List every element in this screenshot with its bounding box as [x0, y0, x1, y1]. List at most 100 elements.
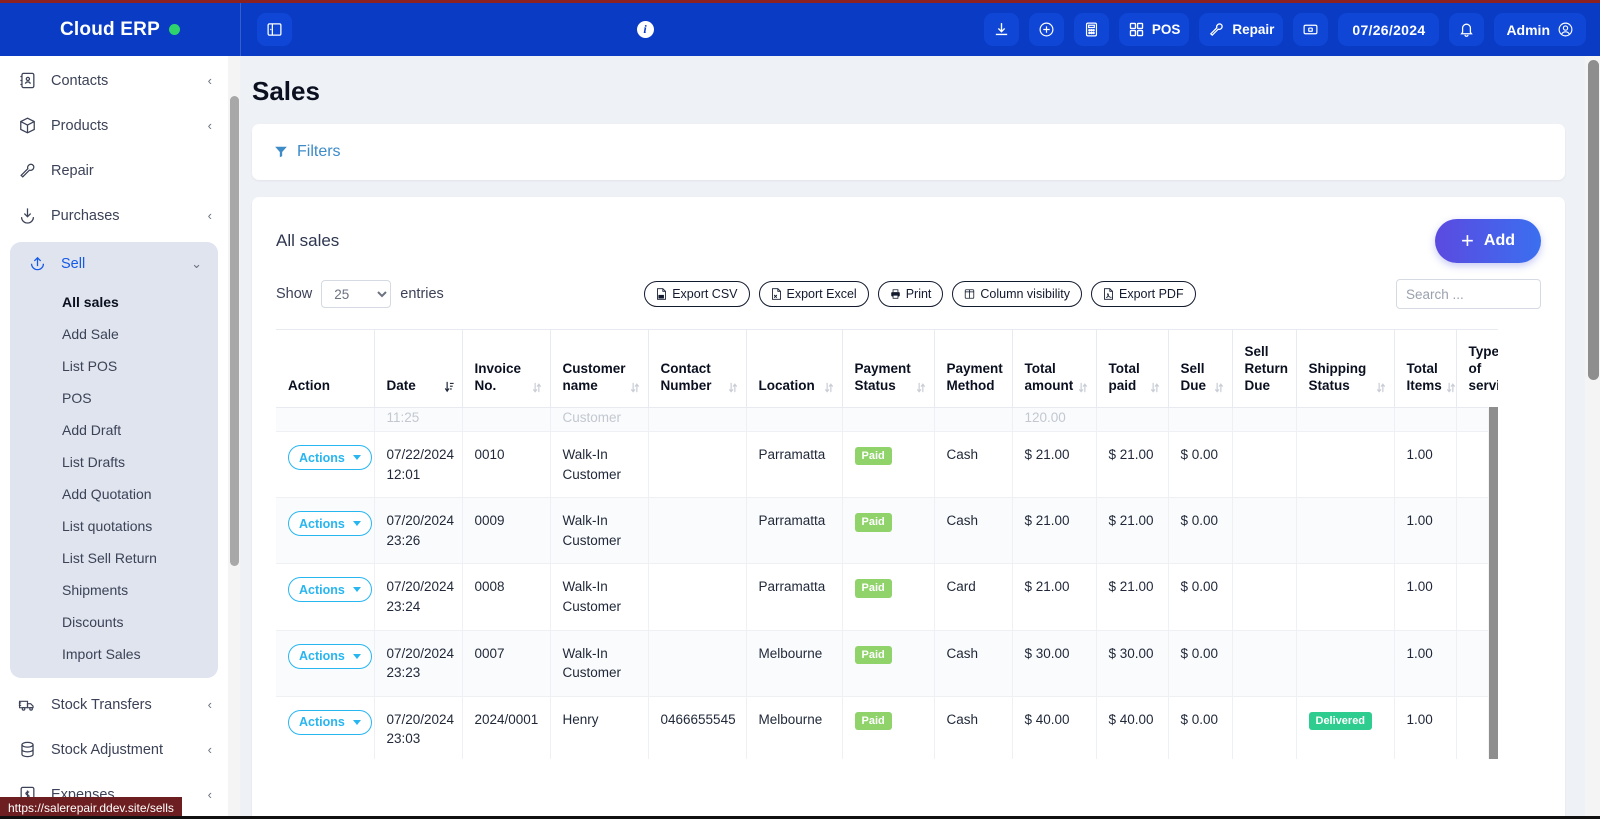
col-shipping-status-label: Shipping Status [1308, 360, 1367, 393]
sidebar-item-purchases[interactable]: Purchases ‹ [0, 193, 228, 238]
brand-logo[interactable]: Cloud ERP [0, 3, 240, 56]
table-cell-shipping-status [1296, 563, 1395, 631]
page-scrollbar-thumb[interactable] [1588, 60, 1599, 380]
table-row-partial[interactable]: 11:25 Customer 120.00 [276, 407, 1498, 433]
row-actions-label: Actions [299, 450, 345, 465]
table-cell [462, 407, 551, 433]
col-contact-number[interactable]: Contact Number [648, 330, 747, 408]
sidebar-subitem-list-drafts[interactable]: List Drafts [10, 446, 218, 478]
sidebar-subitem-add-quotation[interactable]: Add Quotation [10, 478, 218, 510]
row-actions-button[interactable]: Actions [288, 643, 372, 669]
table-scrollbar-thumb[interactable] [1488, 386, 1498, 759]
table-cell-payment-status: Paid [842, 696, 935, 759]
col-location-label: Location [758, 377, 815, 393]
col-sell-due[interactable]: Sell Due [1168, 330, 1233, 408]
table-row[interactable]: Actions 07/20/2024 23:26 0009 Walk-In Custo… [276, 497, 1498, 565]
col-invoice-no[interactable]: Invoice No. [462, 330, 551, 408]
calculator-icon [1085, 22, 1097, 37]
sidebar-subitem-list-quotations[interactable]: List quotations [10, 510, 218, 542]
sidebar-item-stock-transfers[interactable]: Stock Transfers ‹ [0, 682, 228, 727]
sidebar-scrollbar-thumb[interactable] [229, 96, 239, 566]
sales-table-scroll-container[interactable]: Action Date Invoice No. Customer name Co… [276, 329, 1498, 759]
sidebar-subitem-all-sales[interactable]: All sales [10, 286, 218, 318]
user-menu-button[interactable]: Admin [1494, 13, 1586, 46]
row-actions-button[interactable]: Actions [288, 445, 372, 471]
table-body: 11:25 Customer 120.00 Actions 07/22/2024 12:… [276, 407, 1498, 759]
table-cell-customer: Walk-In Customer [550, 630, 649, 697]
sidebar-subitem-list-sell-return[interactable]: List Sell Return [10, 542, 218, 574]
pos-button[interactable]: POS [1118, 13, 1190, 46]
table-cell-action[interactable]: Actions [276, 431, 375, 499]
table-cell [648, 407, 747, 433]
export-excel-button[interactable]: Export Excel [758, 281, 869, 307]
col-customer-name[interactable]: Customer name [550, 330, 649, 408]
sidebar-subitem-discounts[interactable]: Discounts [10, 606, 218, 638]
sidebar-item-contacts[interactable]: Contacts ‹ [0, 58, 228, 103]
sidebar-item-repair[interactable]: Repair [0, 148, 228, 193]
sidebar-subitem-import-sales[interactable]: Import Sales [10, 638, 218, 670]
col-sell-return-due[interactable]: Sell Return Due [1232, 330, 1297, 408]
row-actions-button[interactable]: Actions [288, 577, 372, 603]
repair-button[interactable]: Repair [1199, 13, 1284, 46]
table-cell-payment-method: Cash [934, 497, 1013, 565]
sidebar-item-stock-adjustment[interactable]: Stock Adjustment ‹ [0, 727, 228, 772]
table-cell-action[interactable]: Actions [276, 497, 375, 565]
col-action[interactable]: Action [276, 330, 375, 408]
table-cell-total-amount: $ 21.00 [1012, 497, 1097, 565]
export-pdf-label: Export PDF [1119, 287, 1184, 301]
table-cell-action[interactable]: Actions [276, 630, 375, 697]
sidebar-toggle-button[interactable] [257, 13, 292, 46]
table-cell-date: 07/20/2024 23:24 [374, 563, 463, 631]
filters-toggle[interactable]: Filters [274, 143, 341, 161]
col-payment-method[interactable]: Payment Method [934, 330, 1013, 408]
sidebar-item-sell[interactable]: Sell ⌄ [10, 242, 218, 286]
col-total-items[interactable]: Total Items [1394, 330, 1457, 408]
sidebar-item-products[interactable]: Products ‹ [0, 103, 228, 148]
export-csv-button[interactable]: Export CSV [644, 281, 750, 307]
table-row[interactable]: Actions 07/20/2024 23:03 2024/0001 Henry 046… [276, 696, 1498, 759]
sidebar-subitem-add-draft[interactable]: Add Draft [10, 414, 218, 446]
col-date[interactable]: Date [374, 330, 463, 408]
table-cell-sell-due: $ 0.00 [1168, 630, 1233, 697]
info-button[interactable]: i [622, 21, 668, 38]
card-button[interactable] [1293, 13, 1329, 46]
sidebar-subitem-shipments[interactable]: Shipments [10, 574, 218, 606]
column-visibility-button[interactable]: Column visibility [952, 281, 1082, 307]
table-cell-date: 07/20/2024 23:26 [374, 497, 463, 565]
col-payment-status[interactable]: Payment Status [842, 330, 935, 408]
table-cell-action[interactable]: Actions [276, 696, 375, 759]
sidebar-subitem-pos[interactable]: POS [10, 382, 218, 414]
add-button[interactable]: + Add [1435, 219, 1541, 263]
notifications-button[interactable] [1449, 13, 1485, 46]
col-total-amount[interactable]: Total amount [1012, 330, 1097, 408]
table-row[interactable]: Actions 07/20/2024 23:24 0008 Walk-In Custo… [276, 563, 1498, 631]
col-total-paid[interactable]: Total paid [1096, 330, 1169, 408]
add-circle-button[interactable] [1028, 13, 1064, 46]
download-icon [995, 23, 1007, 36]
add-button-label: Add [1483, 232, 1515, 249]
table-row[interactable]: Actions 07/20/2024 23:23 0007 Walk-In Custo… [276, 630, 1498, 697]
calculator-button[interactable] [1073, 13, 1109, 46]
row-actions-button[interactable]: Actions [288, 709, 372, 735]
table-cell-total-amount: $ 21.00 [1012, 431, 1097, 499]
row-actions-label: Actions [299, 715, 345, 730]
status-badge-paid: Paid [854, 579, 892, 598]
download-button[interactable] [983, 13, 1019, 46]
date-button[interactable]: 07/26/2024 [1338, 13, 1440, 46]
col-types-of-service[interactable]: Types of service [1456, 330, 1498, 408]
export-pdf-button[interactable]: Export PDF [1091, 281, 1196, 307]
entries-select[interactable]: 25 [321, 280, 392, 308]
chevron-down-icon [352, 455, 361, 461]
sidebar-subitem-list-pos[interactable]: List POS [10, 350, 218, 382]
search-input[interactable] [1396, 279, 1541, 309]
col-invoice-no-label: Invoice No. [474, 360, 522, 393]
row-actions-button[interactable]: Actions [288, 511, 372, 537]
sidebar-subitem-add-sale[interactable]: Add Sale [10, 318, 218, 350]
table-cell-action[interactable]: Actions [276, 563, 375, 631]
col-location[interactable]: Location [746, 330, 843, 408]
print-button[interactable]: Print [877, 281, 944, 307]
table-cell [1296, 407, 1395, 433]
table-row[interactable]: Actions 07/22/2024 12:01 0010 Walk-In Custo… [276, 431, 1498, 499]
sort-icon [824, 382, 833, 393]
col-shipping-status[interactable]: Shipping Status [1296, 330, 1395, 408]
